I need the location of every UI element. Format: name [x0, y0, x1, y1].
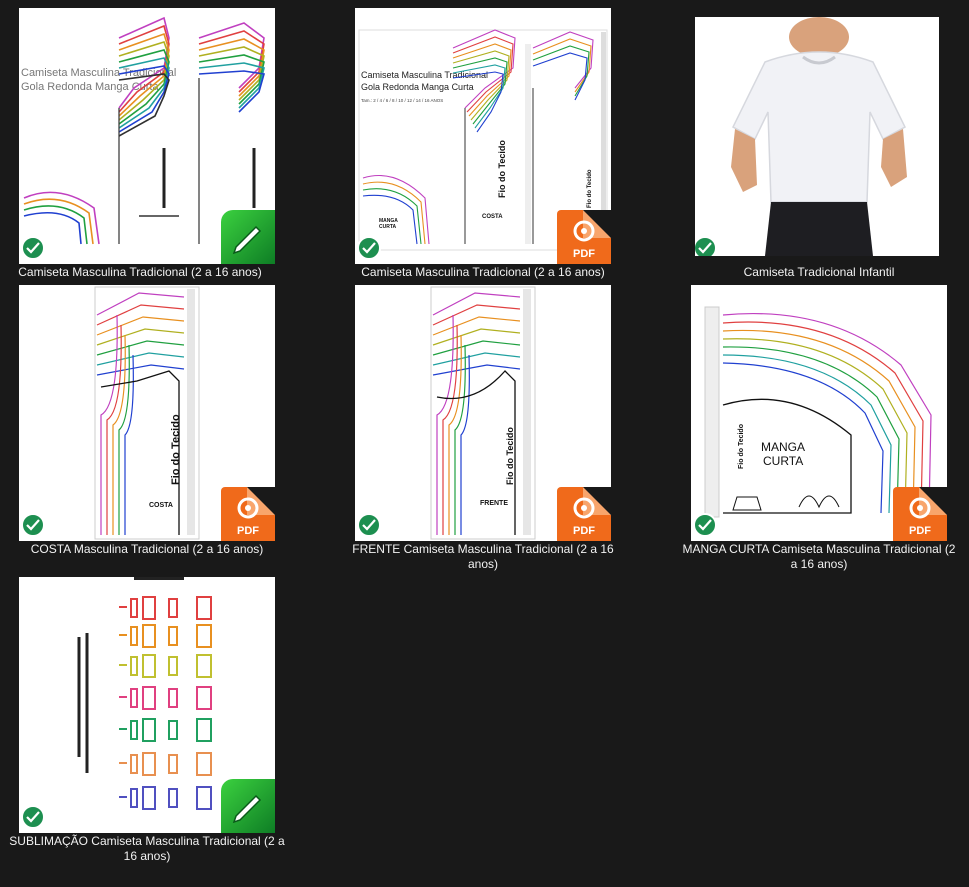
file-tile[interactable]: Fio do Tecido COSTA PDF COSTA Masculina …: [7, 285, 287, 577]
sync-check-icon: [357, 236, 381, 260]
editor-app-icon: [221, 210, 275, 264]
file-thumbnail[interactable]: Camiseta Masculina Tradicional Gola Redo…: [19, 8, 275, 264]
file-name: FRENTE Camiseta Masculina Tradicional (2…: [352, 542, 614, 571]
manga-label-2: CURTA: [763, 454, 803, 468]
preview-title-1: Camiseta Masculina Tradicional: [21, 67, 176, 79]
preview-title-2: Gola Redonda Manga Curta: [361, 82, 474, 92]
sync-check-icon: [357, 513, 381, 537]
file-thumbnail[interactable]: [19, 577, 275, 833]
file-tile[interactable]: Fio do Tecido FRENTE PDF FRENTE Camiseta…: [343, 285, 623, 577]
pdf-file-icon: PDF: [893, 487, 947, 541]
file-thumbnail[interactable]: Fio do Tecido FRENTE PDF: [355, 285, 611, 541]
file-name: COSTA Masculina Tradicional (2 a 16 anos…: [30, 542, 264, 556]
grain-label: Fio do Tecido: [505, 427, 515, 485]
manga-label-2: CURTA: [379, 224, 397, 230]
sync-check-icon: [21, 236, 45, 260]
file-thumbnail[interactable]: Camiseta Masculina Tradicional Gola Redo…: [355, 8, 611, 264]
pdf-file-icon: PDF: [557, 487, 611, 541]
file-thumbnail[interactable]: Fio do Tecido COSTA PDF: [19, 285, 275, 541]
file-name: Camiseta Tradicional Infantil: [743, 265, 895, 279]
pdf-label: PDF: [237, 525, 259, 537]
grain-label: Fio do Tecido: [497, 140, 507, 198]
tshirt-photo: [695, 17, 939, 256]
manga-label-1: MANGA: [761, 440, 805, 454]
file-name: SUBLIMAÇÃO Camiseta Masculina Tradiciona…: [9, 834, 285, 863]
grain-label: Fio do Tecido: [738, 424, 745, 469]
file-name: Camiseta Masculina Tradicional (2 a 16 a…: [361, 265, 605, 279]
file-name: Camiseta Masculina Tradicional (2 a 16 a…: [18, 265, 262, 279]
sync-check-icon: [693, 513, 717, 537]
file-tile[interactable]: Camiseta Tradicional Infantil: [679, 0, 959, 285]
grain-label: Fio do Tecido: [170, 414, 182, 485]
file-name: MANGA CURTA Camiseta Masculina Tradicion…: [682, 542, 956, 571]
file-thumbnail[interactable]: MANGA CURTA Fio do Tecido PDF: [691, 285, 947, 541]
grain-label-2: Fio do Tecido: [587, 169, 593, 208]
pdf-label: PDF: [573, 525, 595, 537]
pdf-label: PDF: [909, 525, 931, 537]
pdf-file-icon: PDF: [221, 487, 275, 541]
preview-title-1: Camiseta Masculina Tradicional: [361, 70, 488, 80]
preview-sizes: Tam.: 2 / 4 / 6 / 8 / 10 / 12 / 14 / 16 …: [361, 98, 443, 103]
file-thumbnail[interactable]: [695, 17, 939, 256]
frente-label: FRENTE: [480, 500, 508, 507]
costa-label: COSTA: [482, 214, 503, 220]
sync-check-icon: [21, 805, 45, 829]
sync-check-icon: [695, 236, 717, 256]
file-tile[interactable]: MANGA CURTA Fio do Tecido PDF MANGA CURT…: [679, 285, 959, 577]
pdf-label: PDF: [573, 248, 595, 260]
file-tile[interactable]: SUBLIMAÇÃO Camiseta Masculina Tradiciona…: [7, 577, 287, 877]
file-tile[interactable]: Camiseta Masculina Tradicional Gola Redo…: [0, 0, 280, 285]
file-tile[interactable]: Camiseta Masculina Tradicional Gola Redo…: [343, 0, 623, 285]
editor-app-icon: [221, 779, 275, 833]
costa-label: COSTA: [149, 502, 173, 509]
sync-check-icon: [21, 513, 45, 537]
pdf-file-icon: PDF: [557, 210, 611, 264]
